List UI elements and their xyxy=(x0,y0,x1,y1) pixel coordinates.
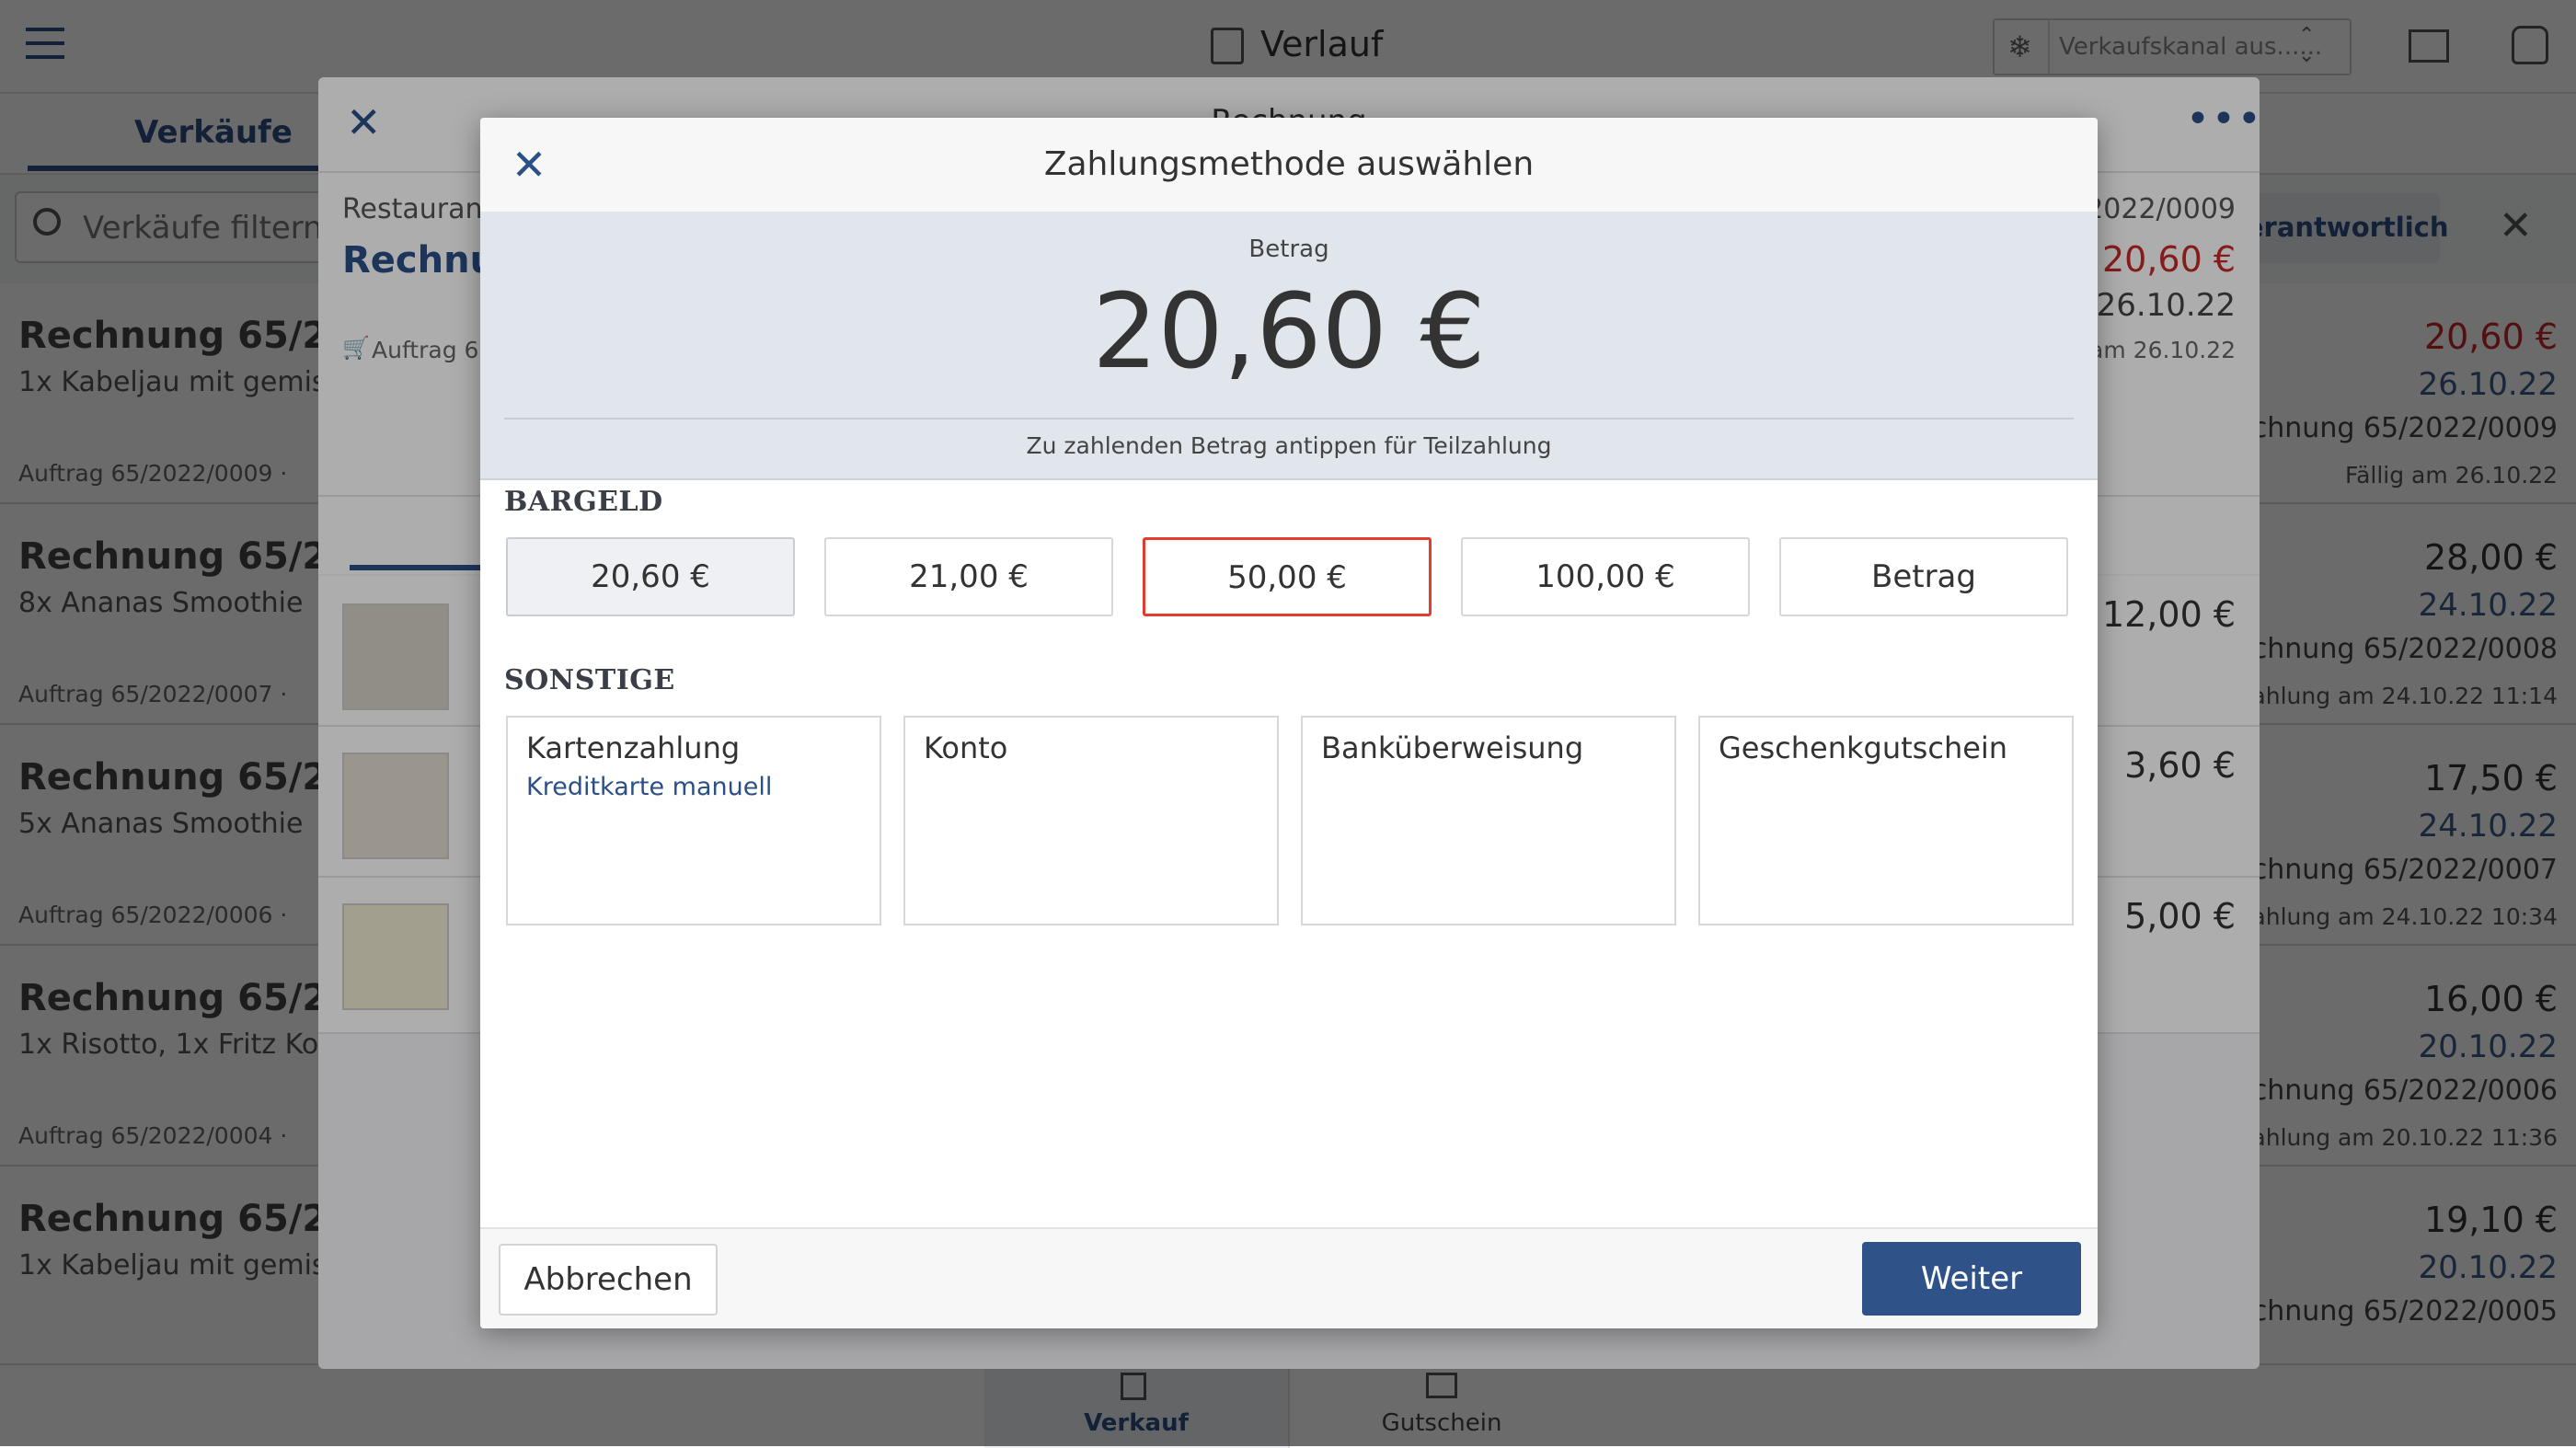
cash-option-exact[interactable]: 20,60 € xyxy=(506,537,795,616)
payment-gift-voucher[interactable]: Geschenkgutschein xyxy=(1698,716,2074,925)
cash-section-title: BARGELD xyxy=(504,486,663,518)
payment-method-dialog: Zahlungsmethode auswählen ✕ Betrag 20,60… xyxy=(480,118,2098,1328)
dialog-footer: Abbrechen Weiter xyxy=(480,1227,2098,1328)
amount-label: Betrag xyxy=(1248,236,1329,263)
amount-box[interactable]: Betrag 20,60 € Zu zahlenden Betrag antip… xyxy=(480,212,2098,480)
amount-value[interactable]: 20,60 € xyxy=(480,272,2098,392)
cash-option-21[interactable]: 21,00 € xyxy=(824,537,1113,616)
dialog-title: Zahlungsmethode auswählen xyxy=(1043,145,1535,183)
cancel-button[interactable]: Abbrechen xyxy=(499,1244,718,1316)
close-icon[interactable]: ✕ xyxy=(508,144,550,186)
cash-option-100[interactable]: 100,00 € xyxy=(1461,537,1750,616)
next-button[interactable]: Weiter xyxy=(1862,1242,2081,1316)
other-section-title: SONSTIGE xyxy=(504,664,675,696)
partial-payment-hint: Zu zahlenden Betrag antippen für Teilzah… xyxy=(1026,432,1552,459)
cash-option-custom-amount[interactable]: Betrag xyxy=(1779,537,2068,616)
payment-bank-transfer[interactable]: Banküberweisung xyxy=(1301,716,1676,925)
cash-option-50[interactable]: 50,00 € xyxy=(1143,537,1432,616)
divider xyxy=(504,418,2074,419)
payment-account[interactable]: Konto xyxy=(903,716,1279,925)
payment-card[interactable]: Kartenzahlung Kreditkarte manuell xyxy=(506,716,881,925)
dialog-header: Zahlungsmethode auswählen ✕ xyxy=(480,118,2098,212)
